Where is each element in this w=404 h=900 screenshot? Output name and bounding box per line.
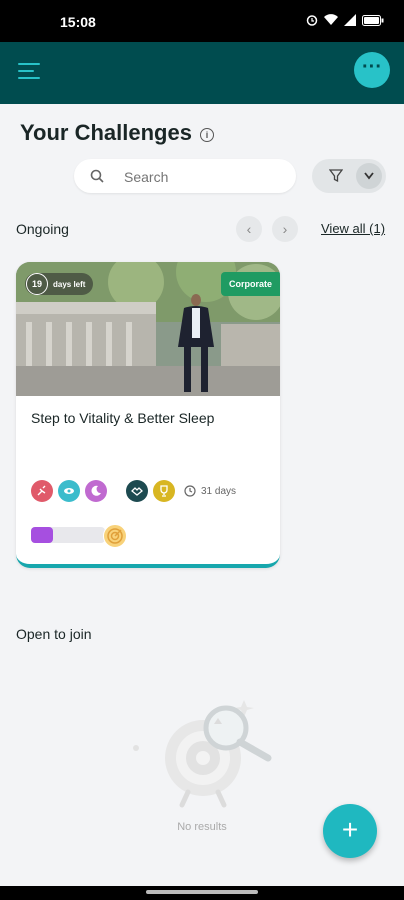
search-icon [90, 169, 104, 183]
corporate-badge: Corporate [220, 272, 280, 296]
target-icon [103, 524, 127, 548]
handshake-icon [126, 480, 148, 502]
duration-text: 31 days [201, 485, 237, 497]
moon-icon [85, 480, 107, 502]
filter-dropdown-button[interactable] [356, 163, 382, 189]
ongoing-label: Ongoing [16, 221, 69, 237]
days-left-badge: 19 days left [25, 273, 94, 295]
home-gesture-bar[interactable] [146, 890, 258, 894]
chevron-down-icon [364, 172, 374, 180]
clock-icon [184, 485, 196, 497]
run-icon [31, 480, 53, 502]
search-input[interactable] [122, 165, 286, 189]
progress-fill [31, 527, 54, 543]
open-to-join-label: Open to join [16, 626, 92, 642]
status-icons [306, 14, 384, 26]
challenge-card[interactable]: 19 days left Corporate Step to Vitality … [16, 262, 280, 568]
more-options-button[interactable]: ··· [354, 52, 390, 88]
add-challenge-button[interactable]: + [323, 804, 377, 858]
status-bar: 15:08 [0, 0, 404, 42]
wifi-icon [324, 14, 338, 25]
battery-icon [362, 14, 384, 26]
info-icon[interactable]: i [199, 128, 214, 142]
carousel-nav: ‹ › [236, 216, 298, 242]
page-title: Your Challenges [20, 120, 192, 145]
title-row: Your Challenges i [20, 120, 214, 146]
duration: 31 days [184, 485, 236, 497]
app-header: ··· [0, 42, 404, 104]
progress-track [31, 527, 105, 543]
view-all-link[interactable]: View all (1) [321, 221, 385, 236]
alarm-icon [306, 15, 318, 26]
challenge-tags: 31 days [31, 480, 236, 502]
carousel-next-button[interactable]: › [272, 216, 298, 242]
carousel-prev-button[interactable]: ‹ [236, 216, 262, 242]
status-time: 15:08 [60, 14, 96, 30]
system-nav-bar [0, 886, 404, 900]
filter-control[interactable] [312, 159, 386, 193]
days-left-number: 19 [26, 273, 48, 295]
eye-icon [58, 480, 80, 502]
menu-icon[interactable] [18, 63, 40, 81]
challenge-progress [31, 524, 127, 548]
no-results-illustration [133, 700, 272, 808]
search-bar[interactable] [74, 159, 296, 193]
filter-icon[interactable] [329, 169, 343, 183]
trophy-icon [153, 480, 175, 502]
challenge-title: Step to Vitality & Better Sleep [31, 410, 215, 426]
signal-icon [344, 14, 356, 26]
days-left-text: days left [53, 279, 86, 289]
